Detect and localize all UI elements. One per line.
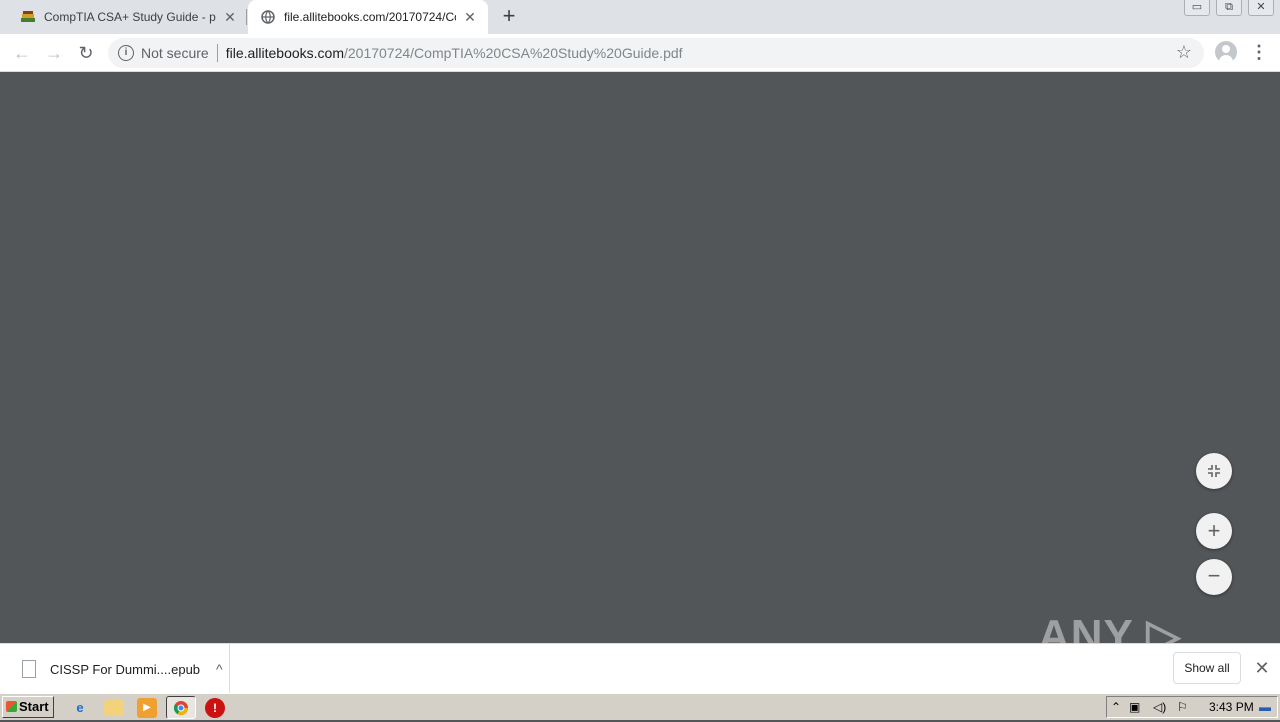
tab-pdf-file[interactable]: file.allitebooks.com/20170724/Comp ✕ — [248, 0, 488, 34]
network-icon[interactable]: ▣ — [1129, 697, 1140, 717]
internet-explorer-icon[interactable]: e — [70, 698, 90, 718]
pdf-viewer[interactable]: + − — [0, 72, 1280, 643]
forward-button[interactable]: → — [40, 39, 68, 67]
download-item[interactable]: CISSP For Dummi....epub ^ — [14, 644, 230, 694]
tab-close-icon[interactable]: ✕ — [222, 9, 238, 25]
close-download-bar-icon[interactable]: ✕ — [1252, 656, 1272, 680]
volume-icon[interactable]: ◁) — [1153, 697, 1166, 717]
reload-button[interactable]: ↻ — [72, 39, 100, 67]
download-file-name: CISSP For Dummi....epub — [50, 661, 201, 677]
tab-title: file.allitebooks.com/20170724/Comp — [284, 10, 456, 24]
clock[interactable]: 3:43 PM — [1209, 697, 1254, 717]
system-tray: ⌃ ▣ ◁) ⚐ 3:43 PM ▬ — [1106, 696, 1278, 718]
url-path: /20170724/CompTIA%20CSA%20Study%20Guide.… — [343, 45, 683, 61]
url-host: file.allitebooks.com — [225, 45, 344, 61]
tab-title: CompTIA CSA+ Study Guide - pdf - F — [44, 10, 216, 24]
browser-toolbar: ← → ↻ i Not secure file.allitebooks.com /… — [0, 34, 1280, 72]
tab-close-icon[interactable]: ✕ — [462, 9, 478, 25]
file-icon — [22, 660, 36, 678]
browser-menu-icon[interactable]: ⋮ — [1250, 40, 1268, 64]
start-button[interactable]: Start — [2, 696, 54, 718]
minimize-button[interactable]: ▭ — [1184, 0, 1210, 16]
action-center-flag-icon[interactable]: ⚐ — [1177, 697, 1188, 717]
show-desktop-icon[interactable]: ▬ — [1259, 697, 1271, 717]
omnibox-divider — [216, 44, 218, 62]
show-all-button[interactable]: Show all — [1173, 652, 1241, 684]
chrome-taskbar-button[interactable] — [166, 696, 196, 719]
fit-to-page-button[interactable] — [1196, 453, 1232, 489]
security-indicator[interactable]: Not secure — [141, 45, 209, 61]
tab-strip: CompTIA CSA+ Study Guide - pdf - F ✕ fil… — [0, 0, 1280, 34]
download-bar: CISSP For Dummi....epub ^ Show all ✕ — [0, 643, 1280, 694]
chevron-up-icon[interactable]: ^ — [216, 661, 223, 677]
profile-avatar-icon[interactable] — [1215, 41, 1237, 63]
antivirus-icon[interactable]: ! — [205, 698, 225, 718]
zoom-in-button[interactable]: + — [1196, 513, 1232, 549]
new-tab-button[interactable]: + — [498, 5, 520, 28]
book-stack-icon — [20, 9, 36, 25]
tray-expand-icon[interactable]: ⌃ — [1111, 697, 1121, 717]
address-bar[interactable]: i Not secure file.allitebooks.com/201707… — [108, 38, 1204, 68]
window-controls: ▭ ⧉ ✕ — [1184, 0, 1274, 16]
tab-comptia-study-guide[interactable]: CompTIA CSA+ Study Guide - pdf - F ✕ — [12, 0, 244, 34]
close-window-button[interactable]: ✕ — [1248, 0, 1274, 16]
globe-icon — [260, 9, 276, 25]
bookmark-star-icon[interactable]: ☆ — [1176, 42, 1192, 63]
taskbar: Start e ▶ ! ⌃ ▣ ◁) ⚐ 3:43 PM ▬ — [0, 693, 1280, 720]
tab-divider — [246, 9, 247, 25]
media-player-icon[interactable]: ▶ — [137, 698, 157, 718]
folder-icon[interactable] — [104, 700, 124, 716]
info-icon[interactable]: i — [118, 45, 134, 61]
zoom-out-button[interactable]: − — [1196, 559, 1232, 595]
back-button[interactable]: ← — [8, 39, 36, 67]
restore-button[interactable]: ⧉ — [1216, 0, 1242, 16]
